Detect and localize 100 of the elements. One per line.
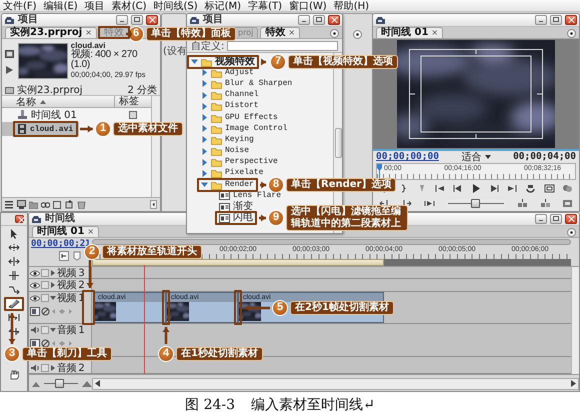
go-to-in-icon[interactable]: [434, 184, 445, 193]
tree-item[interactable]: Channel: [200, 90, 260, 100]
menu-item[interactable]: 文件(F): [3, 0, 37, 12]
scroll-left-icon[interactable]: [150, 200, 157, 209]
eye-icon[interactable]: [30, 282, 40, 288]
minimize-button[interactable]: [116, 15, 128, 25]
column-header[interactable]: 名称: [2, 96, 115, 108]
tab-close-button[interactable]: ×: [87, 227, 94, 237]
bin-icon[interactable]: [29, 200, 38, 209]
tree-item[interactable]: Distort: [200, 101, 260, 112]
close-button[interactable]: [15, 215, 24, 223]
triangle-icon[interactable]: [50, 365, 56, 371]
output-icon[interactable]: [562, 184, 573, 193]
tree-item[interactable]: GPU Effects: [200, 112, 279, 123]
triangle-icon[interactable]: [50, 282, 56, 288]
tree-item[interactable]: Blur & Sharpen: [200, 78, 294, 89]
tree-item[interactable]: Render: [200, 180, 255, 190]
current-timecode[interactable]: 00;00;00;00: [376, 151, 439, 162]
triangle-icon[interactable]: [201, 69, 208, 76]
tree-item[interactable]: Noise: [200, 146, 250, 156]
go-to-next-icon[interactable]: [401, 199, 412, 208]
menu-item[interactable]: 素材(C): [112, 0, 146, 12]
speaker-icon[interactable]: [30, 326, 40, 334]
play-in-to-out-icon[interactable]: [424, 199, 435, 208]
tree-item[interactable]: Perspective: [200, 157, 279, 168]
export-frame-icon[interactable]: [562, 199, 573, 208]
list-row[interactable]: 时间线 01: [2, 108, 151, 122]
zoom-dropdown[interactable]: 适合: [460, 150, 492, 164]
maximize-button[interactable]: [550, 214, 562, 224]
triangle-icon[interactable]: [201, 125, 208, 132]
tab-close-button[interactable]: ×: [431, 28, 438, 38]
find-icon[interactable]: [41, 200, 50, 209]
tab-close-button[interactable]: ×: [288, 28, 296, 38]
marker-button[interactable]: [72, 251, 82, 261]
horizontal-scrollbar[interactable]: [92, 378, 579, 390]
panel-menu-icon[interactable]: [330, 29, 339, 38]
panel-tab[interactable]: 实例23.prproj ×: [5, 27, 97, 38]
eye-icon[interactable]: [30, 294, 40, 302]
slider-thumb[interactable]: [55, 379, 64, 388]
panel-menu-icon[interactable]: [567, 228, 576, 237]
tree-item[interactable]: 渐变: [218, 202, 254, 212]
scrollbar[interactable]: [571, 324, 579, 374]
close-button[interactable]: [565, 214, 577, 224]
display-style-icon[interactable]: [30, 338, 40, 348]
keyframe-toggle-icon[interactable]: [41, 338, 50, 348]
panel-tab[interactable]: 特效 ×: [260, 27, 300, 38]
delete-icon[interactable]: [77, 200, 86, 209]
triangle-icon[interactable]: [201, 80, 208, 88]
safe-margins-icon[interactable]: [544, 184, 555, 193]
lift-icon[interactable]: [517, 199, 528, 208]
tree-item[interactable]: Image Control: [200, 124, 288, 134]
tree-item[interactable]: Pixelate: [200, 168, 264, 178]
eye-icon[interactable]: [30, 270, 40, 276]
triangle-icon[interactable]: [201, 92, 208, 99]
triangle-icon[interactable]: [201, 136, 208, 144]
menu-item[interactable]: 项目: [84, 0, 105, 12]
triangle-icon[interactable]: [50, 295, 56, 301]
search-field[interactable]: [227, 40, 338, 50]
icon-view-icon[interactable]: [17, 200, 26, 209]
triangle-icon[interactable]: [50, 270, 56, 276]
minimize-button[interactable]: [298, 15, 310, 25]
triangle-icon[interactable]: [201, 181, 208, 188]
go-to-out-icon[interactable]: [507, 184, 518, 193]
menu-item[interactable]: 窗口(W): [289, 0, 327, 12]
extract-icon[interactable]: [540, 199, 551, 208]
minimize-button[interactable]: [535, 214, 547, 224]
scroll-right-icon[interactable]: [571, 380, 576, 387]
tree-item[interactable]: Adjust: [200, 68, 255, 78]
tab-close-button[interactable]: ×: [85, 28, 92, 38]
panel-menu-icon[interactable]: [567, 29, 576, 38]
zoom-out-icon[interactable]: [32, 380, 40, 386]
close-button[interactable]: [328, 15, 340, 25]
triangle-icon[interactable]: [201, 114, 208, 122]
playhead-icon[interactable]: [377, 164, 382, 180]
triangle-icon[interactable]: [201, 148, 208, 155]
menu-item[interactable]: 标记(M): [204, 0, 242, 12]
triangle-icon[interactable]: [201, 102, 208, 110]
scroll-left-icon[interactable]: [95, 380, 100, 387]
panel-tab[interactable]: 时间线 01 ×: [32, 226, 100, 237]
snap-button[interactable]: [59, 251, 69, 261]
list-view-icon[interactable]: [5, 200, 14, 209]
maximize-button[interactable]: [131, 15, 143, 25]
close-button[interactable]: [146, 15, 158, 25]
tree-item[interactable]: Keying: [200, 134, 255, 145]
triangle-icon[interactable]: [50, 327, 56, 333]
keyframe-toggle-icon[interactable]: [41, 306, 50, 316]
tree-item[interactable]: Lens Flare: [218, 190, 282, 201]
column-header[interactable]: 标签: [115, 96, 151, 108]
menu-item[interactable]: 字幕(T): [248, 0, 282, 12]
menu-item[interactable]: 时间线(S): [153, 0, 198, 12]
play-icon[interactable]: [5, 66, 13, 74]
new-item-icon[interactable]: [53, 200, 62, 209]
automate-icon[interactable]: [65, 200, 74, 209]
step-back-icon[interactable]: [452, 184, 464, 193]
close-button[interactable]: [565, 15, 577, 25]
maximize-button[interactable]: [550, 15, 562, 25]
scrollbar[interactable]: [571, 267, 579, 324]
speaker-icon[interactable]: [30, 364, 40, 372]
maximize-button[interactable]: [313, 15, 325, 25]
triangle-icon[interactable]: [201, 158, 208, 166]
